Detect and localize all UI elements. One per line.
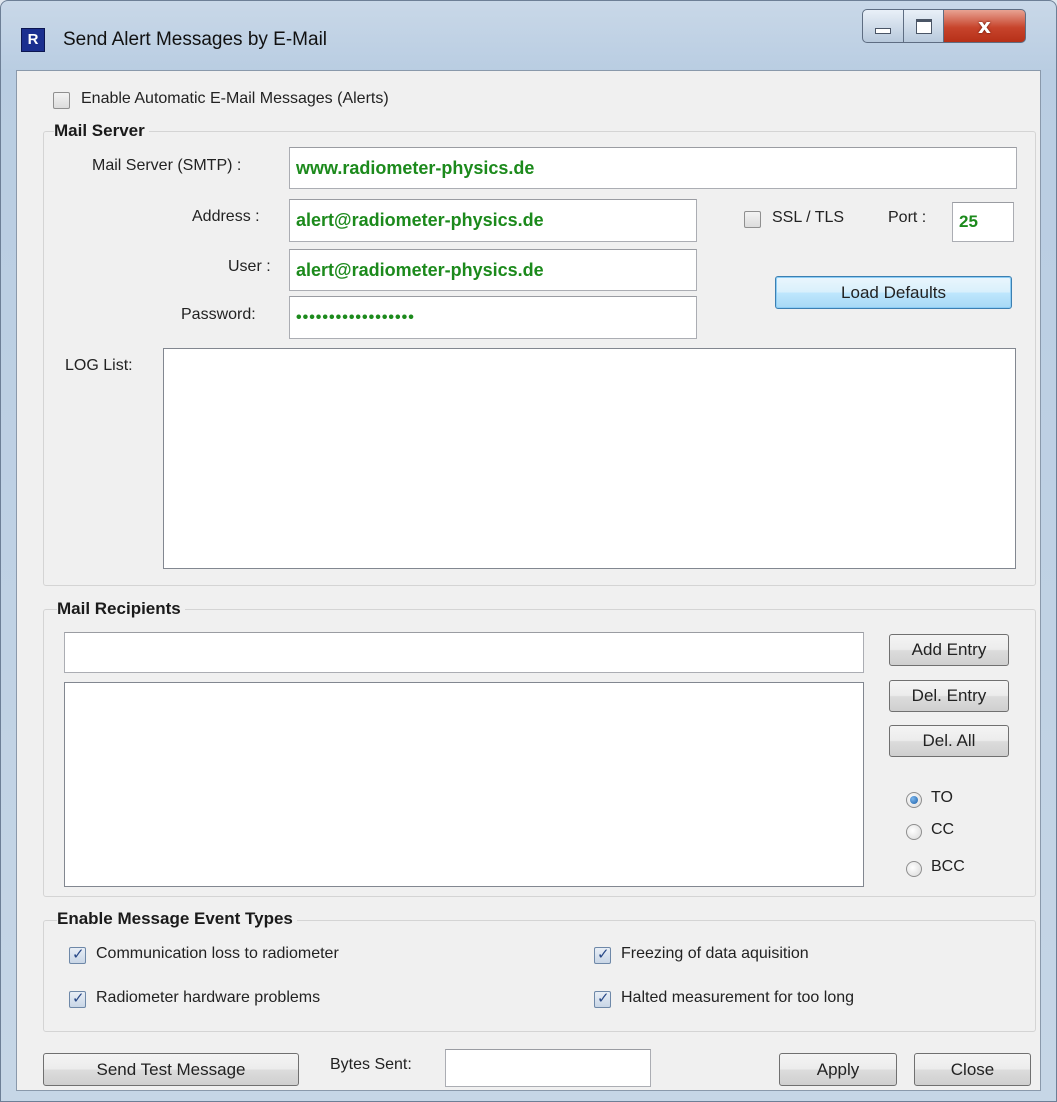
add-entry-button[interactable]: Add Entry xyxy=(889,634,1009,666)
del-entry-button[interactable]: Del. Entry xyxy=(889,680,1009,712)
smtp-label: Mail Server (SMTP) : xyxy=(92,157,242,174)
smtp-server-input[interactable]: www.radiometer-physics.de xyxy=(289,147,1017,189)
checkmark-icon: ✓ xyxy=(72,945,85,963)
user-label: User : xyxy=(228,258,271,275)
enable-auto-label: Enable Automatic E-Mail Messages (Alerts… xyxy=(81,90,389,107)
window-close-button[interactable]: x xyxy=(944,9,1026,43)
event-halted-checkbox[interactable]: ✓ xyxy=(594,989,611,1008)
close-button[interactable]: Close xyxy=(914,1053,1031,1086)
maximize-button[interactable] xyxy=(904,9,944,43)
enable-auto-checkbox[interactable] xyxy=(53,92,70,109)
maximize-icon xyxy=(915,18,932,34)
radio-bcc[interactable] xyxy=(906,861,922,877)
load-defaults-button[interactable]: Load Defaults xyxy=(775,276,1012,309)
event-comm-loss-checkbox[interactable]: ✓ xyxy=(69,945,86,964)
apply-button[interactable]: Apply xyxy=(779,1053,897,1086)
event-hardware-checkbox[interactable]: ✓ xyxy=(69,989,86,1008)
checkmark-icon: ✓ xyxy=(597,945,610,963)
send-test-message-button[interactable]: Send Test Message xyxy=(43,1053,299,1086)
event-types-group-title: Enable Message Event Types xyxy=(57,909,297,929)
address-label: Address : xyxy=(192,208,260,225)
address-input[interactable]: alert@radiometer-physics.de xyxy=(289,199,697,242)
event-halted-label: Halted measurement for too long xyxy=(621,989,855,1006)
app-icon: R xyxy=(21,28,45,52)
mail-recipients-group-title: Mail Recipients xyxy=(57,599,185,619)
radio-cc-label: CC xyxy=(931,821,955,838)
event-hardware-label: Radiometer hardware problems xyxy=(96,989,321,1006)
title-bar[interactable]: R Send Alert Messages by E-Mail x xyxy=(1,1,1056,71)
ssl-tls-checkbox[interactable] xyxy=(744,211,761,228)
radio-cc[interactable] xyxy=(906,824,922,840)
recipients-list[interactable] xyxy=(64,682,864,887)
log-list[interactable] xyxy=(163,348,1016,569)
event-types-group xyxy=(43,920,1036,1032)
radio-to[interactable] xyxy=(906,792,922,808)
event-comm-loss-label: Communication loss to radiometer xyxy=(96,945,339,962)
checkmark-icon: ✓ xyxy=(597,989,610,1007)
close-icon: x xyxy=(978,14,991,38)
password-label: Password: xyxy=(181,306,256,323)
user-input[interactable]: alert@radiometer-physics.de xyxy=(289,249,697,291)
bytes-sent-field xyxy=(445,1049,651,1087)
port-label: Port : xyxy=(888,209,927,226)
dialog-client-area: Enable Automatic E-Mail Messages (Alerts… xyxy=(16,70,1041,1091)
mail-server-group-title: Mail Server xyxy=(54,121,149,141)
event-freezing-checkbox[interactable]: ✓ xyxy=(594,945,611,964)
minimize-button[interactable] xyxy=(862,9,904,43)
window-title: Send Alert Messages by E-Mail xyxy=(63,29,328,50)
radio-to-label: TO xyxy=(931,789,953,806)
dialog-window: R Send Alert Messages by E-Mail x Enable… xyxy=(0,0,1057,1102)
del-all-button[interactable]: Del. All xyxy=(889,725,1009,757)
log-list-label: LOG List: xyxy=(65,357,133,374)
ssl-tls-label: SSL / TLS xyxy=(772,209,845,226)
recipient-entry-input[interactable] xyxy=(64,632,864,673)
bytes-sent-label: Bytes Sent: xyxy=(330,1056,412,1073)
password-input[interactable]: •••••••••••••••••• xyxy=(289,296,697,339)
radio-bcc-label: BCC xyxy=(931,858,965,875)
port-input[interactable]: 25 xyxy=(952,202,1014,242)
checkmark-icon: ✓ xyxy=(72,989,85,1007)
event-freezing-label: Freezing of data aquisition xyxy=(621,945,809,962)
minimize-icon xyxy=(875,28,891,34)
